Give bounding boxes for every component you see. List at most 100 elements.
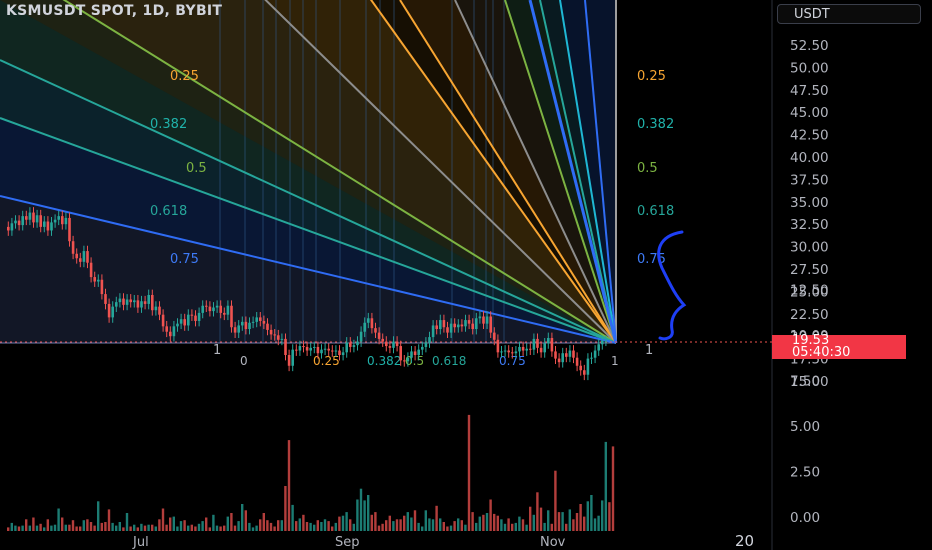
candle-body <box>136 300 140 308</box>
candle-body <box>482 316 485 324</box>
candle-body <box>143 301 147 304</box>
volume-bar <box>583 516 586 531</box>
volume-bar <box>248 522 251 531</box>
candle-body <box>154 306 158 311</box>
volume-bar <box>593 518 597 531</box>
volume-bar <box>601 500 604 531</box>
volume-bar <box>100 522 103 531</box>
candle-body <box>280 338 284 340</box>
candle-body <box>381 338 384 342</box>
candle-body <box>532 338 536 350</box>
volume-bar <box>219 526 222 531</box>
volume-bar <box>611 446 615 531</box>
price-tick-label: 22.50 <box>790 307 829 323</box>
candle-body <box>604 340 608 342</box>
candle-body <box>100 279 104 295</box>
candle-body <box>478 316 482 319</box>
volume-bar <box>28 525 31 531</box>
candle-body <box>590 357 593 359</box>
volume-bar <box>521 519 525 531</box>
volume-bar <box>547 510 550 531</box>
volume-bar <box>305 522 309 531</box>
candle-body <box>323 348 327 350</box>
candle-body <box>370 318 374 329</box>
candle-body <box>536 338 539 348</box>
candle-body <box>489 316 492 333</box>
volume-bar <box>352 523 355 531</box>
candle-body <box>215 305 219 308</box>
candle-body <box>539 347 543 353</box>
volume-bar <box>550 523 553 531</box>
volume-bar <box>215 525 219 531</box>
volume-bar <box>511 523 514 531</box>
candle-body <box>586 358 590 375</box>
volume-bar <box>266 520 269 531</box>
candle-body <box>79 258 82 262</box>
volume-bar <box>280 520 283 531</box>
candle-body <box>201 305 204 313</box>
fib-left-label: 0.75 <box>170 252 199 267</box>
candle-body <box>514 351 518 354</box>
candle-body <box>413 351 417 356</box>
volume-bar <box>187 525 190 531</box>
price-tick-label: 50.00 <box>790 60 829 76</box>
currency-selector-button[interactable]: USDT <box>777 4 921 24</box>
candle-body <box>284 338 287 356</box>
volume-bar <box>349 519 352 531</box>
volume-bar <box>125 513 129 531</box>
volume-bar <box>75 526 78 531</box>
volume-bar <box>604 441 607 531</box>
volume-bar <box>482 514 485 531</box>
volume-bar <box>572 519 575 531</box>
candle-body <box>28 212 32 220</box>
fib-left-label: 0.5 <box>186 161 207 176</box>
volume-bar <box>97 501 100 531</box>
bar-countdown: 05:40:30 <box>792 345 851 360</box>
volume-bar <box>61 517 64 531</box>
fib-right-label: 0.5 <box>637 161 658 176</box>
candle-body <box>406 357 410 362</box>
volume-bar <box>561 512 564 531</box>
candle-body <box>223 312 226 315</box>
candle-body <box>554 351 557 359</box>
candle-body <box>183 319 186 326</box>
candlestick-chart[interactable]: 0.25 0.382 0.5 0.618 0.75 1 0.25 0.382 0.5 0.618 0… <box>0 0 932 550</box>
volume-bar <box>194 526 197 531</box>
volume-bar <box>507 518 510 531</box>
candle-body <box>287 355 291 366</box>
price-tick-label: 30.00 <box>790 240 829 256</box>
candle-body <box>331 350 334 352</box>
candle-body <box>291 349 294 366</box>
volume-bar <box>147 524 150 531</box>
candle-body <box>7 226 10 231</box>
time-tick-label: 20 <box>735 532 754 550</box>
volume-bar <box>345 512 348 531</box>
volume-bar <box>334 522 337 531</box>
candle-body <box>593 350 597 358</box>
candle-body <box>572 350 575 358</box>
candle-body <box>205 305 208 307</box>
volume-bar <box>298 518 301 531</box>
candle-body <box>446 327 449 333</box>
volume-bar <box>539 507 543 531</box>
price-tick-label: 42.50 <box>790 128 829 144</box>
volume-bar <box>197 523 201 531</box>
candle-body <box>547 337 550 344</box>
candle-body <box>111 306 114 318</box>
volume-bar <box>536 492 539 531</box>
fib-left-label: 0.382 <box>150 117 187 132</box>
volume-bar <box>179 521 183 531</box>
volume-bar <box>295 521 298 531</box>
candle-body <box>25 216 28 220</box>
volume-bar <box>46 519 49 531</box>
candle-body <box>151 294 154 311</box>
candle-body <box>464 320 467 327</box>
candle-body <box>597 344 600 351</box>
candle-body <box>68 217 71 242</box>
candle-body <box>82 251 86 262</box>
candle-body <box>442 320 446 328</box>
candle-body <box>453 323 456 328</box>
candle-body <box>521 346 525 351</box>
candle-body <box>496 339 500 353</box>
volume-bar <box>151 524 154 531</box>
